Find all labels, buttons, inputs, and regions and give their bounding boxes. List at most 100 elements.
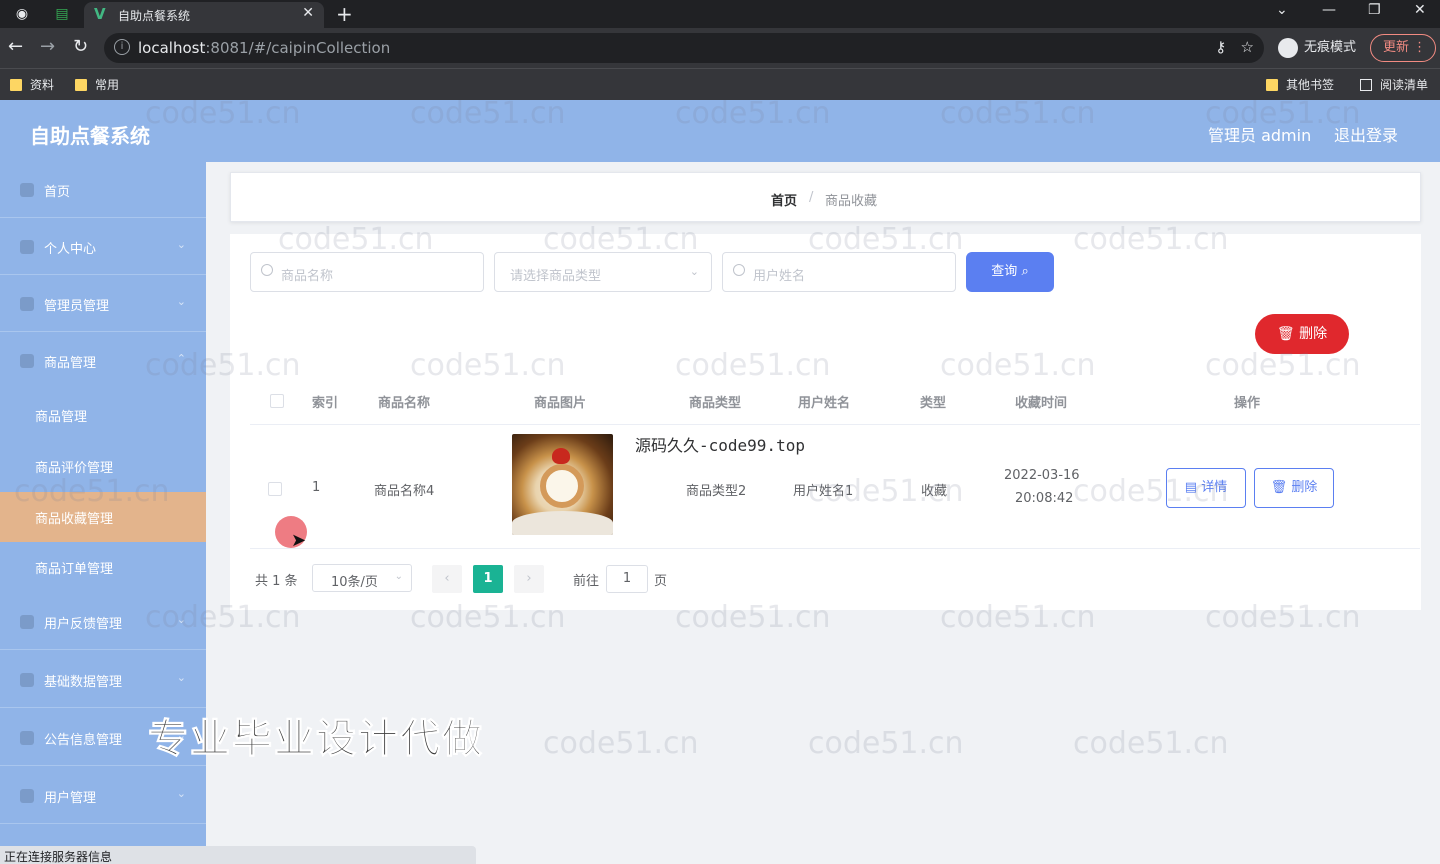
- search-icon: [733, 264, 745, 276]
- query-label: 查询: [991, 264, 1018, 279]
- row-delete-button[interactable]: 🗑 删除: [1254, 468, 1334, 508]
- user-name-placeholder: 用户姓名: [753, 269, 806, 284]
- sidebar-item-label: 商品管理: [44, 356, 97, 371]
- sidebar-subitem-product-orders[interactable]: 商品订单管理: [0, 542, 206, 592]
- incognito-label: 无痕模式: [1304, 40, 1357, 55]
- bookmark-star-icon[interactable]: ☆: [1241, 38, 1254, 56]
- query-button[interactable]: 查询 ⌕: [966, 252, 1054, 292]
- column-header-image: 商品图片: [534, 396, 587, 411]
- url-input[interactable]: i localhost:8081/#/caipinCollection ⚷ ☆: [104, 33, 1264, 63]
- update-button[interactable]: 更新 ⋮: [1370, 34, 1436, 62]
- chevron-down-icon: ⌄: [394, 571, 403, 582]
- sidebar-item-label: 首页: [44, 185, 71, 200]
- breadcrumb-home[interactable]: 首页: [771, 190, 797, 209]
- sidebar-subitem-label: 商品评价管理: [35, 461, 114, 476]
- new-tab-icon[interactable]: +: [336, 2, 353, 26]
- chevron-down-icon: ⌄: [176, 613, 186, 626]
- breadcrumb-separator: /: [809, 190, 814, 205]
- prev-page-button[interactable]: ‹: [432, 565, 462, 593]
- sidebar-subitem-label: 商品收藏管理: [35, 512, 114, 527]
- sidebar-item-label: 管理员管理: [44, 299, 110, 314]
- vue-favicon-icon: V: [94, 5, 106, 23]
- row-time: 20:08:42: [1015, 491, 1074, 506]
- sidebar-subitem-product-collection[interactable]: 商品收藏管理: [0, 492, 206, 542]
- sidebar-item-admin[interactable]: 管理员管理 ⌄: [0, 276, 206, 332]
- chevron-up-icon: ⌃: [176, 352, 186, 365]
- row-index: 1: [312, 480, 321, 495]
- sheet-tab-icon[interactable]: ▤: [52, 4, 72, 24]
- column-header-actions: 操作: [1234, 396, 1261, 411]
- column-header-user: 用户姓名: [798, 396, 851, 411]
- browser-logo-icon[interactable]: ◉: [12, 4, 32, 24]
- sidebar-item-users[interactable]: 用户管理 ⌄: [0, 768, 206, 824]
- minimize-icon[interactable]: —: [1322, 2, 1336, 18]
- product-type-placeholder: 请选择商品类型: [510, 269, 602, 284]
- close-window-icon[interactable]: ✕: [1414, 2, 1426, 18]
- detail-button[interactable]: ▤ 详情: [1166, 468, 1246, 508]
- sidebar-subitem-product-review[interactable]: 商品评价管理: [0, 441, 206, 491]
- restore-icon[interactable]: ❐: [1368, 2, 1381, 18]
- browser-tab-bar: ◉ ▤ V 自助点餐系统 ✕ + ⌄ — ❐ ✕: [0, 0, 1440, 28]
- sidebar-item-home[interactable]: 首页: [0, 162, 206, 218]
- batch-delete-label: 删除: [1299, 326, 1328, 342]
- promo-overlay-text: 专业毕业设计代做: [148, 716, 484, 763]
- search-icon: [261, 264, 273, 276]
- column-header-type: 商品类型: [689, 396, 742, 411]
- chevron-down-icon: ⌄: [176, 787, 186, 800]
- reload-icon[interactable]: ↻: [73, 37, 88, 57]
- strawberry-shape: [552, 448, 570, 464]
- logout-link[interactable]: 退出登录: [1334, 122, 1398, 146]
- reading-list[interactable]: 阅读清单: [1360, 76, 1428, 93]
- sidebar-subitem-product-manage[interactable]: 商品管理: [0, 390, 206, 440]
- sidebar-item-label: 公告信息管理: [44, 733, 123, 748]
- sidebar-item-basedata[interactable]: 基础数据管理 ⌄: [0, 652, 206, 708]
- status-text: 正在连接服务器信息: [4, 850, 113, 864]
- bookmark-folder[interactable]: 常用: [75, 76, 119, 93]
- row-user-name: 用户姓名1: [793, 484, 854, 499]
- product-name-input[interactable]: 商品名称: [250, 252, 484, 292]
- key-icon[interactable]: ⚷: [1215, 38, 1226, 56]
- row-kind: 收藏: [921, 484, 948, 499]
- goto-page-input[interactable]: 1: [606, 565, 648, 593]
- next-page-button[interactable]: ›: [514, 565, 544, 593]
- row-checkbox[interactable]: [268, 482, 282, 496]
- other-bookmarks[interactable]: 其他书签: [1266, 76, 1334, 93]
- browser-tab[interactable]: V 自助点餐系统 ✕: [84, 2, 324, 28]
- breadcrumb-current: 商品收藏: [825, 194, 878, 209]
- select-all-checkbox[interactable]: [270, 394, 284, 408]
- admin-icon: [20, 297, 34, 311]
- tab-title: 自助点餐系统: [118, 9, 191, 23]
- row-delete-label: 删除: [1291, 480, 1318, 495]
- folder-icon: [75, 79, 87, 91]
- incognito-indicator[interactable]: 无痕模式: [1278, 36, 1356, 60]
- close-tab-icon[interactable]: ✕: [302, 5, 314, 21]
- notice-icon: [20, 731, 34, 745]
- browser-status-bar: 正在连接服务器信息: [0, 846, 476, 864]
- folder-icon: [10, 79, 22, 91]
- page-1-button[interactable]: 1: [473, 565, 503, 593]
- folder-icon: [1266, 79, 1278, 91]
- row-divider: [250, 548, 1420, 549]
- sidebar-item-products[interactable]: 商品管理 ⌃: [0, 333, 206, 389]
- goto-label: 前往: [573, 574, 600, 589]
- user-name-input[interactable]: 用户姓名: [722, 252, 956, 292]
- batch-delete-button[interactable]: 🗑 删除: [1255, 314, 1349, 354]
- forward-icon[interactable]: →: [40, 37, 55, 57]
- detail-label: 详情: [1201, 480, 1228, 495]
- page-size-select[interactable]: 10条/页 ⌄: [312, 564, 412, 592]
- back-icon[interactable]: ←: [8, 37, 23, 57]
- trash-icon: 🗑: [1276, 326, 1295, 342]
- sidebar-item-feedback[interactable]: 用户反馈管理 ⌄: [0, 594, 206, 650]
- product-type-select[interactable]: 请选择商品类型 ⌄: [494, 252, 712, 292]
- column-header-index: 索引: [312, 396, 339, 411]
- sidebar-item-profile[interactable]: 个人中心 ⌄: [0, 219, 206, 275]
- pagination-total: 共 1 条: [255, 574, 298, 589]
- plate-shape: [512, 511, 613, 535]
- feedback-icon: [20, 615, 34, 629]
- site-info-icon[interactable]: i: [114, 39, 130, 55]
- app-title: 自助点餐系统: [30, 124, 150, 148]
- bookmark-folder[interactable]: 资料: [10, 76, 54, 93]
- row-date: 2022-03-16: [1004, 468, 1080, 483]
- page-size-value: 10条/页: [331, 575, 378, 590]
- tab-search-icon[interactable]: ⌄: [1276, 2, 1288, 18]
